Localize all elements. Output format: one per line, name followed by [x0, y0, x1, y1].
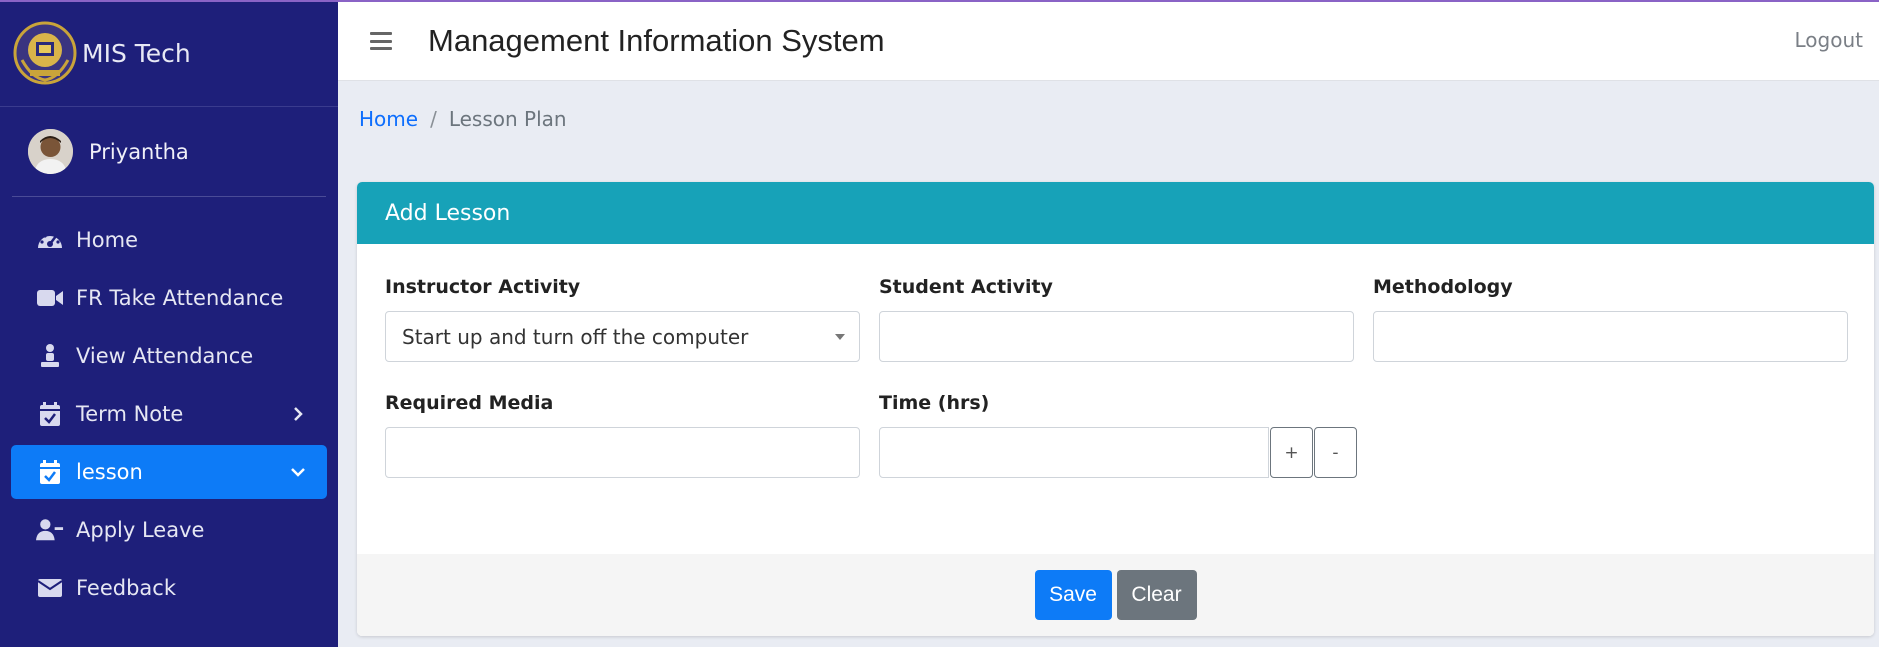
instructor-activity-value: Start up and turn off the computer — [402, 324, 749, 349]
hamburger-menu-icon[interactable] — [370, 32, 392, 50]
sidebar-item-term-note[interactable]: Term Note — [11, 387, 327, 441]
student-activity-field: Student Activity — [879, 276, 1354, 362]
save-button[interactable]: Save — [1034, 570, 1112, 620]
user-panel[interactable]: Priyantha — [12, 107, 326, 197]
sidebar-item-label: Apply Leave — [76, 518, 205, 542]
calendar-check-icon — [36, 400, 64, 428]
top-accent-line — [0, 0, 1879, 2]
sidebar-item-label: lesson — [76, 460, 143, 484]
methodology-input[interactable] — [1373, 311, 1848, 362]
sidebar-nav: Home FR Take Attendance View Attendance … — [0, 213, 338, 615]
time-input[interactable] — [879, 427, 1269, 478]
top-header: Management Information System Logout — [338, 2, 1879, 81]
required-media-input[interactable] — [385, 427, 860, 478]
sidebar-item-view-attendance[interactable]: View Attendance — [11, 329, 327, 383]
time-label: Time (hrs) — [879, 392, 990, 414]
time-field: Time (hrs) + - — [879, 392, 1357, 478]
instructor-activity-label: Instructor Activity — [385, 276, 581, 298]
sidebar-item-label: View Attendance — [76, 344, 254, 368]
breadcrumb-home-link[interactable]: Home — [359, 107, 418, 131]
sidebar-item-label: Term Note — [76, 402, 184, 426]
instructor-activity-select[interactable]: Start up and turn off the computer — [385, 311, 860, 362]
sidebar-item-home[interactable]: Home — [11, 213, 327, 267]
brand-name: MIS Tech — [82, 38, 191, 68]
envelope-icon — [36, 574, 64, 602]
card-footer: Save Clear — [357, 554, 1874, 636]
time-stepper: + - — [879, 427, 1357, 478]
sidebar-item-fr-take-attendance[interactable]: FR Take Attendance — [11, 271, 327, 325]
sidebar: MIS Tech Priyantha Home FR Take Attendan… — [0, 0, 338, 647]
page-title: Management Information System — [428, 23, 885, 58]
user-name: Priyantha — [89, 139, 189, 164]
required-media-field: Required Media — [385, 392, 860, 478]
time-decrement-button[interactable]: - — [1314, 427, 1357, 478]
card-title: Add Lesson — [385, 200, 511, 226]
breadcrumb: Home / Lesson Plan — [359, 107, 567, 131]
add-lesson-card: Add Lesson Instructor Activity Start up … — [357, 182, 1874, 636]
sidebar-item-label: Home — [76, 228, 139, 252]
person-podium-icon — [36, 342, 64, 370]
video-camera-icon — [36, 284, 64, 312]
clear-button[interactable]: Clear — [1116, 570, 1197, 620]
methodology-field: Methodology — [1373, 276, 1848, 362]
sidebar-item-lesson[interactable]: lesson — [11, 445, 327, 499]
chevron-down-icon — [291, 468, 305, 477]
calendar-check-icon — [36, 458, 64, 486]
brand[interactable]: MIS Tech — [0, 0, 338, 107]
sidebar-item-apply-leave[interactable]: Apply Leave — [11, 503, 327, 557]
time-increment-button[interactable]: + — [1270, 427, 1313, 478]
emblem-icon — [13, 21, 77, 85]
dashboard-gauge-icon — [36, 226, 64, 254]
user-minus-icon — [36, 516, 64, 544]
student-activity-label: Student Activity — [879, 276, 1053, 298]
chevron-right-icon — [294, 407, 303, 421]
avatar — [28, 129, 73, 174]
lesson-form: Instructor Activity Start up and turn of… — [357, 244, 1874, 554]
sidebar-item-label: Feedback — [76, 576, 177, 600]
breadcrumb-separator: / — [430, 107, 437, 131]
logout-link[interactable]: Logout — [1795, 28, 1863, 52]
sidebar-item-feedback[interactable]: Feedback — [11, 561, 327, 615]
instructor-activity-field: Instructor Activity Start up and turn of… — [385, 276, 860, 362]
breadcrumb-current: Lesson Plan — [448, 107, 567, 131]
sidebar-item-label: FR Take Attendance — [76, 286, 284, 310]
required-media-label: Required Media — [385, 392, 554, 414]
dropdown-caret-icon — [835, 334, 845, 340]
card-header: Add Lesson — [357, 182, 1874, 244]
methodology-label: Methodology — [1373, 276, 1513, 298]
student-activity-input[interactable] — [879, 311, 1354, 362]
